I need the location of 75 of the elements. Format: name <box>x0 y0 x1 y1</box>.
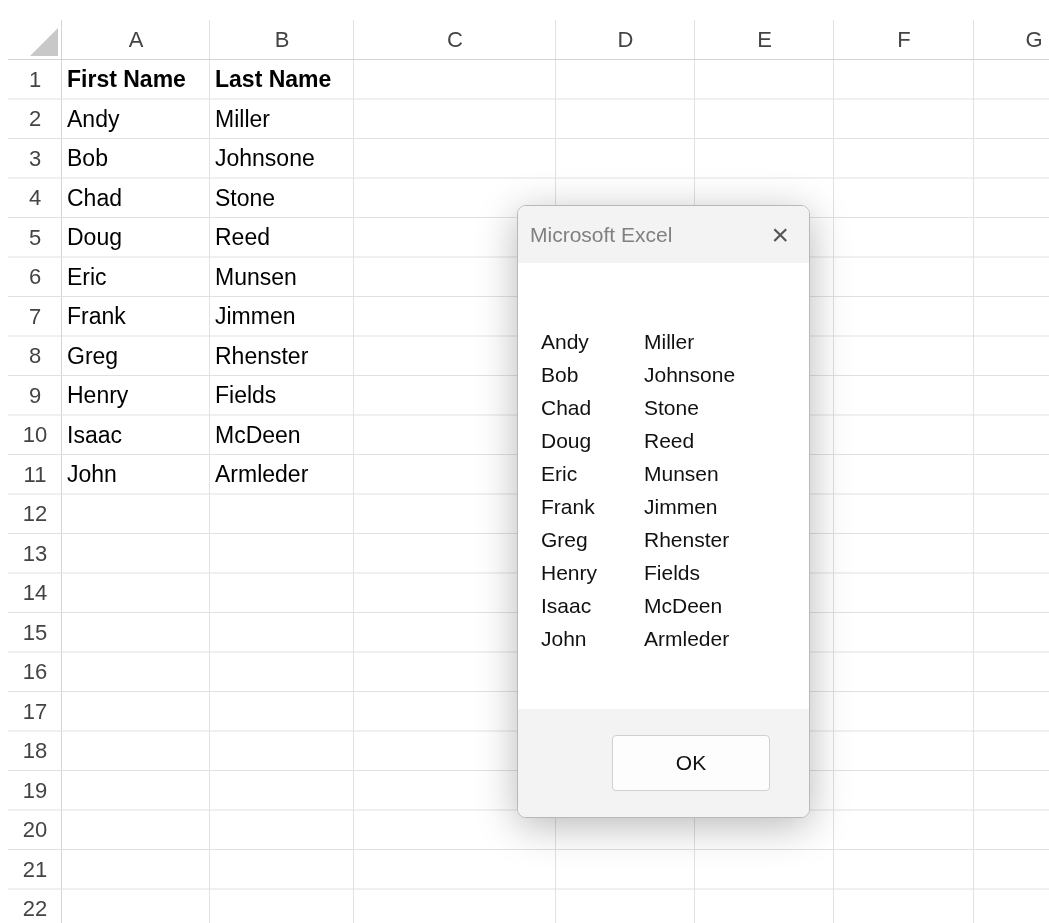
column-header[interactable]: C <box>447 27 463 53</box>
table-cell: Fields <box>215 382 277 410</box>
table-cell: Reed <box>215 224 270 252</box>
message-text: Fields <box>644 560 702 585</box>
row-header[interactable]: 3 <box>28 145 42 172</box>
table-cell: Miller <box>215 105 270 133</box>
row-header[interactable]: 1 <box>28 66 42 93</box>
row-header[interactable]: 17 <box>22 698 48 725</box>
table-cell: Frank <box>67 303 126 331</box>
column-header[interactable]: A <box>128 27 144 53</box>
message-text: Stone <box>644 395 700 420</box>
message-text: Eric <box>541 461 579 486</box>
row-header[interactable]: 8 <box>28 343 42 370</box>
row-header[interactable]: 13 <box>22 540 48 567</box>
column-header[interactable]: D <box>617 27 634 53</box>
message-text: Jimmen <box>644 494 719 519</box>
message-text: McDeen <box>644 593 724 618</box>
row-header[interactable]: 7 <box>28 303 42 330</box>
message-text: Henry <box>541 560 599 585</box>
message-text: Greg <box>541 527 589 552</box>
table-cell: Munsen <box>215 263 297 291</box>
row-header[interactable]: 6 <box>28 264 42 291</box>
table-cell: Bob <box>67 145 108 173</box>
row-header[interactable]: 15 <box>22 619 48 646</box>
row-header[interactable]: 2 <box>28 106 42 133</box>
message-text: Bob <box>541 362 580 387</box>
row-header[interactable]: 16 <box>22 659 48 686</box>
table-cell: Greg <box>67 342 119 370</box>
table-cell: Chad <box>67 184 122 212</box>
row-header[interactable]: 4 <box>28 185 42 212</box>
row-header[interactable]: 12 <box>22 501 48 528</box>
ok-button[interactable]: OK <box>612 735 770 791</box>
column-heading-cell: First Name <box>67 66 186 94</box>
column-header[interactable]: G <box>1025 27 1043 53</box>
table-cell: Rhenster <box>215 342 309 370</box>
table-cell: Doug <box>67 224 122 252</box>
column-header[interactable]: E <box>757 27 772 53</box>
message-text: Armleder <box>644 626 731 651</box>
message-text: Reed <box>644 428 696 453</box>
table-cell: Stone <box>215 184 276 212</box>
close-button[interactable]: × <box>771 219 789 250</box>
table-cell: Andy <box>67 105 120 133</box>
table-cell: Henry <box>67 382 129 410</box>
table-cell: Johnsone <box>215 145 315 173</box>
table-cell: Armleder <box>215 461 309 489</box>
message-text: Miller <box>644 329 696 354</box>
column-header[interactable]: B <box>274 27 290 53</box>
table-cell: John <box>67 461 117 489</box>
row-header[interactable]: 11 <box>23 461 47 488</box>
message-text: Doug <box>541 428 593 453</box>
table-cell: McDeen <box>215 421 301 449</box>
message-text: Johnsone <box>644 362 737 387</box>
message-text: Munsen <box>644 461 720 486</box>
message-text: John <box>541 626 588 651</box>
row-header[interactable]: 20 <box>22 817 48 844</box>
row-header[interactable]: 9 <box>28 382 42 409</box>
row-header[interactable]: 18 <box>22 738 48 765</box>
column-header[interactable]: F <box>897 27 911 53</box>
row-header[interactable]: 5 <box>28 224 42 251</box>
row-header[interactable]: 22 <box>22 896 48 923</box>
row-header[interactable]: 14 <box>22 580 48 607</box>
row-header[interactable]: 10 <box>22 422 48 449</box>
table-cell: Eric <box>67 263 107 291</box>
message-text: Frank <box>541 494 596 519</box>
message-text: Chad <box>541 395 593 420</box>
dialog-title: Microsoft Excel <box>530 222 673 247</box>
table-cell: Jimmen <box>215 303 296 331</box>
column-heading-cell: Last Name <box>215 66 332 94</box>
row-header[interactable]: 19 <box>22 777 48 804</box>
message-text: Isaac <box>541 593 593 618</box>
message-text: Rhenster <box>644 527 731 552</box>
row-header[interactable]: 21 <box>22 856 48 883</box>
table-cell: Isaac <box>67 421 122 449</box>
select-all-corner[interactable] <box>30 28 58 56</box>
message-text: Andy <box>541 329 590 354</box>
